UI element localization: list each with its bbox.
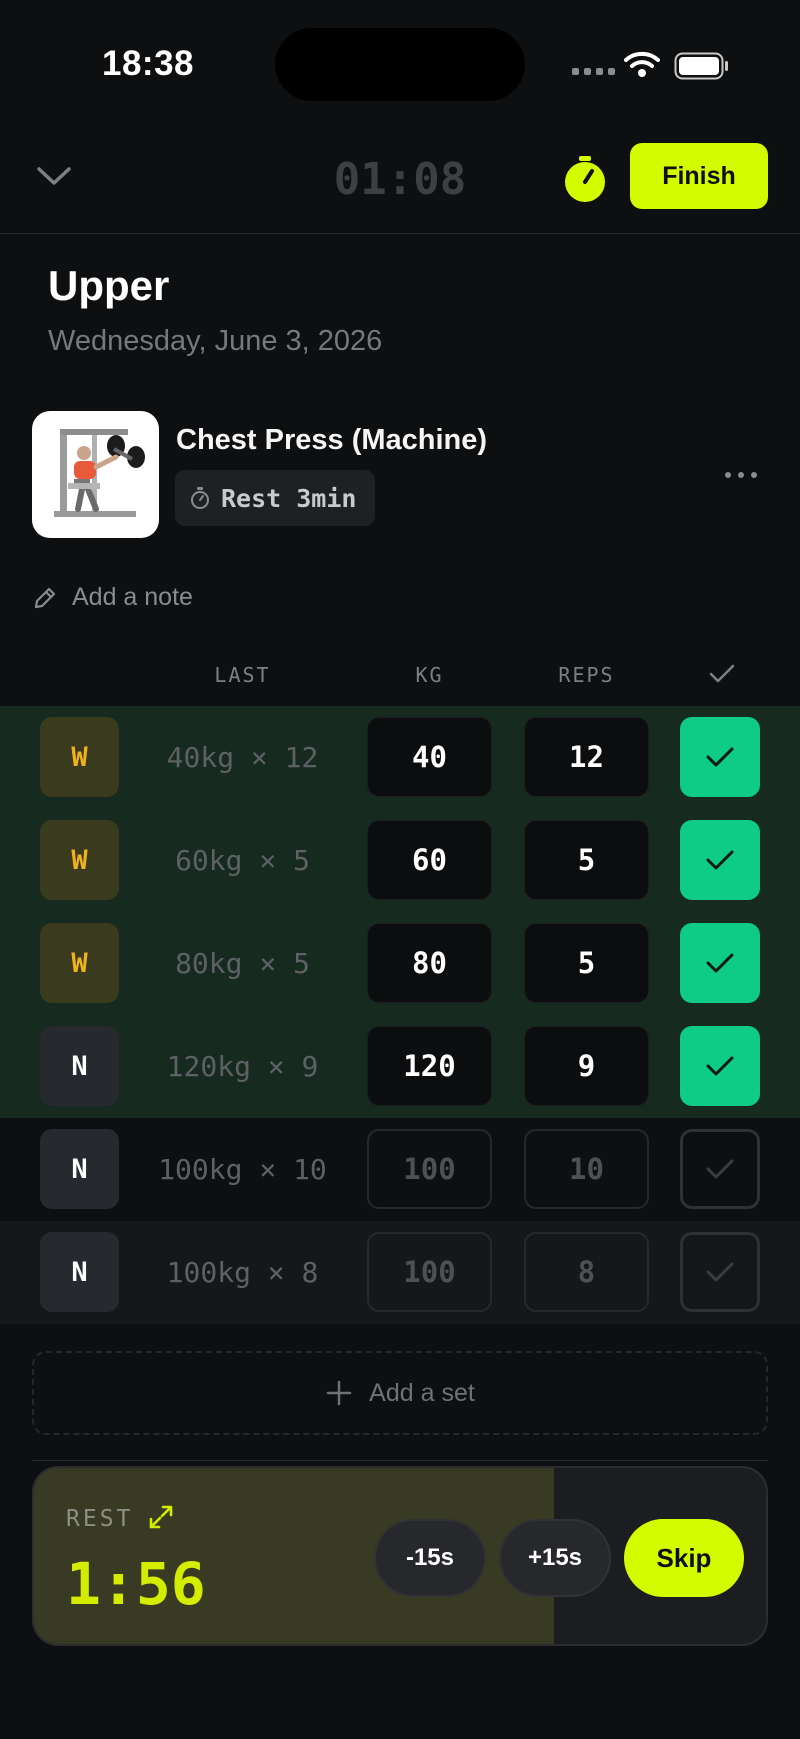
rest-duration-badge[interactable]: Rest 3min (175, 470, 375, 526)
dynamic-island (275, 28, 525, 101)
weight-input[interactable]: 100 (367, 1232, 492, 1312)
column-header-kg: KG (415, 663, 444, 687)
previous-set[interactable]: 60kg × 5 (130, 809, 355, 912)
previous-set[interactable]: 40kg × 12 (130, 706, 355, 809)
pencil-icon (34, 587, 56, 608)
set-row: N 120kg × 9 120 9 (0, 1015, 800, 1118)
reps-input[interactable]: 10 (524, 1129, 649, 1209)
wifi-icon (624, 51, 660, 77)
workout-title[interactable]: Upper (48, 262, 169, 310)
cellular-signal-icon (572, 68, 615, 75)
set-number-badge[interactable]: N (40, 1129, 119, 1209)
previous-set[interactable]: 80kg × 5 (130, 912, 355, 1015)
set-row: W 80kg × 5 80 5 (0, 912, 800, 1015)
plus-icon (326, 1380, 352, 1406)
finish-button[interactable]: Finish (630, 143, 768, 209)
checkmark-icon (706, 1159, 734, 1179)
checkmark-icon (706, 747, 734, 767)
more-options-button[interactable] (718, 460, 764, 490)
rest-timer-panel: REST 1:56 -15s +15s Skip (32, 1466, 768, 1646)
set-row: W 40kg × 12 40 12 (0, 706, 800, 809)
skip-rest-button[interactable]: Skip (624, 1519, 744, 1597)
expand-icon[interactable] (148, 1504, 174, 1530)
status-time: 18:38 (102, 44, 195, 83)
exercise-name[interactable]: Chest Press (Machine) (176, 424, 487, 457)
weight-input[interactable]: 120 (367, 1026, 492, 1106)
complete-set-checkbox[interactable] (680, 820, 760, 900)
add-note-label: Add a note (72, 583, 193, 611)
complete-set-checkbox[interactable] (680, 923, 760, 1003)
rest-label: REST (66, 1506, 134, 1532)
complete-set-checkbox[interactable] (680, 1232, 760, 1312)
checkmark-icon (706, 1262, 734, 1282)
add-set-button[interactable]: Add a set (32, 1351, 768, 1435)
exercise-image[interactable] (32, 411, 159, 538)
rest-countdown: 1:56 (66, 1550, 206, 1618)
set-row: W 60kg × 5 60 5 (0, 809, 800, 912)
previous-set[interactable]: 100kg × 8 (130, 1221, 355, 1324)
add-set-label: Add a set (369, 1378, 475, 1407)
checkmark-icon (706, 953, 734, 973)
column-header-last: LAST (214, 663, 271, 687)
reps-input[interactable]: 8 (524, 1232, 649, 1312)
previous-set[interactable]: 100kg × 10 (130, 1118, 355, 1221)
complete-set-checkbox[interactable] (680, 1026, 760, 1106)
add-note-button[interactable]: Add a note (32, 583, 193, 612)
reps-input[interactable]: 5 (524, 820, 649, 900)
set-row: N 100kg × 8 100 8 (0, 1221, 800, 1324)
weight-input[interactable]: 60 (367, 820, 492, 900)
checkmark-icon (706, 850, 734, 870)
set-number-badge[interactable]: N (40, 1026, 119, 1106)
stopwatch-icon (191, 487, 209, 509)
reps-input[interactable]: 9 (524, 1026, 649, 1106)
stopwatch-icon (565, 156, 605, 202)
reps-input[interactable]: 12 (524, 717, 649, 797)
chest-press-machine-illustration (54, 429, 145, 517)
plus-15s-button[interactable]: +15s (499, 1519, 611, 1597)
complete-set-checkbox[interactable] (680, 1129, 760, 1209)
weight-input[interactable]: 100 (367, 1129, 492, 1209)
weight-input[interactable]: 80 (367, 923, 492, 1003)
minus-15s-button[interactable]: -15s (374, 1519, 486, 1597)
previous-set[interactable]: 120kg × 9 (130, 1015, 355, 1118)
weight-input[interactable]: 40 (367, 717, 492, 797)
rest-duration-label: Rest 3min (221, 483, 357, 513)
set-type-badge[interactable]: W (40, 717, 119, 797)
workout-header: 01:08 Finish (0, 120, 800, 234)
check-column-icon (709, 664, 735, 683)
set-type-badge[interactable]: W (40, 923, 119, 1003)
status-bar: 18:38 (0, 0, 800, 120)
battery-icon (674, 52, 728, 80)
rest-timer-button[interactable] (562, 154, 608, 204)
divider (32, 1460, 768, 1461)
reps-input[interactable]: 5 (524, 923, 649, 1003)
complete-set-checkbox[interactable] (680, 717, 760, 797)
workout-date: Wednesday, June 3, 2026 (48, 325, 383, 357)
set-row: N 100kg × 10 100 10 (0, 1118, 800, 1221)
checkmark-icon (706, 1056, 734, 1076)
column-header-reps: REPS (558, 663, 615, 687)
set-number-badge[interactable]: N (40, 1232, 119, 1312)
set-type-badge[interactable]: W (40, 820, 119, 900)
